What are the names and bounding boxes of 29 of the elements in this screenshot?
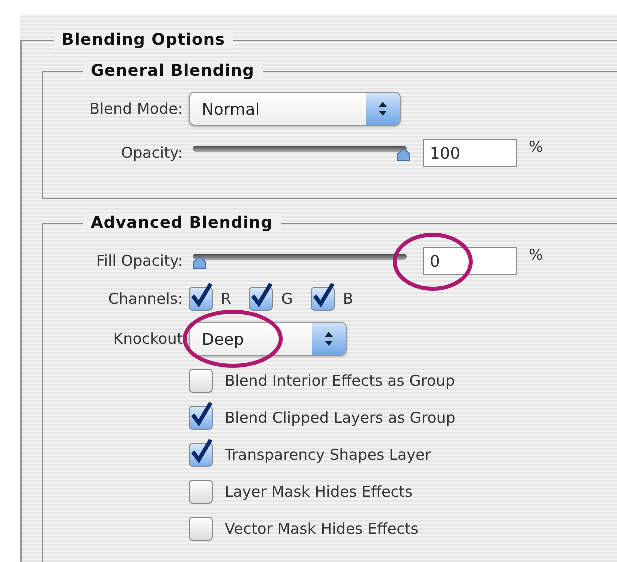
field-label: Fill Opacity: [96,252,184,270]
knockout-select[interactable]: Deep [189,322,347,356]
field-label: Channels: [108,290,184,308]
opacity-field[interactable]: 100 [423,139,517,167]
slider[interactable] [193,143,411,163]
section-title: Blending Options [54,30,234,49]
field-label: Knockout [112,330,184,348]
field-label: Opacity: [120,144,184,162]
checkbox[interactable] [189,517,213,541]
field-label: Blend Mode: [88,100,184,118]
checkbox[interactable] [189,369,213,393]
section-title: General Blending [83,61,263,80]
checkbox-label: Layer Mask Hides Effects [225,483,413,501]
unit-label: % [529,138,544,156]
checkbox-label: B [343,290,354,308]
checkbox-label: Transparency Shapes Layer [225,446,432,464]
stepper-icon [312,323,346,355]
slider-thumb[interactable] [397,148,411,162]
unit-label: % [529,246,544,264]
checkbox-label: G [281,290,294,308]
stepper-icon [366,93,400,125]
blend-mode-select[interactable]: Normal [189,92,401,126]
section-title: Advanced Blending [83,213,282,232]
checkbox-label: Blend Interior Effects as Group [225,372,456,390]
checkbox-label: R [221,290,232,308]
checkbox-label: Blend Clipped Layers as Group [225,409,456,427]
checkbox[interactable] [189,480,213,504]
checkbox-label: Vector Mask Hides Effects [225,520,419,538]
fill-opacity-field[interactable]: 0 [423,247,517,275]
